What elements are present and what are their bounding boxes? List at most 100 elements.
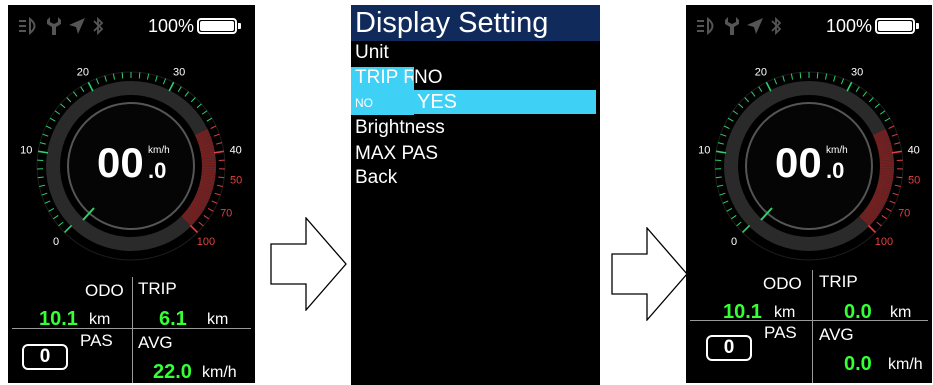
status-icons <box>18 15 104 37</box>
gauge-tick <box>846 81 853 92</box>
gauge-tick <box>885 207 892 212</box>
option-yes[interactable]: YES <box>417 92 457 112</box>
gauge-tick <box>190 97 196 103</box>
gauge-tick <box>66 97 72 103</box>
gauge-tick <box>45 125 52 129</box>
gauge-tick <box>816 72 819 79</box>
gauge-tick <box>765 81 772 92</box>
gauge-tick <box>39 142 46 145</box>
battery-percentage: 100% <box>826 16 873 36</box>
trip-value: 0.0 <box>844 301 872 323</box>
gauge-tick-label: 20 <box>77 67 89 79</box>
headlight-icon <box>19 17 36 35</box>
gauge-tick <box>879 110 886 115</box>
gauge-tick <box>104 75 107 82</box>
battery-percentage: 100% <box>148 16 195 36</box>
gauge-tick <box>717 142 724 145</box>
speed-unit: km/h <box>148 145 170 156</box>
gauge-tick-label: 70 <box>898 208 910 220</box>
gauge-tick <box>874 103 880 109</box>
gauge-tick <box>95 78 100 85</box>
gauge-tick <box>727 117 734 122</box>
red-zone-band <box>879 169 894 173</box>
gauge-tick <box>211 200 218 204</box>
gauge-tick <box>720 133 727 137</box>
gauge-tick <box>773 78 778 85</box>
gauge-tick <box>736 221 742 227</box>
gauge-tick <box>881 215 888 220</box>
gauge-tick <box>44 200 51 204</box>
menu-item-trip-reset[interactable]: TRIP R <box>355 68 413 88</box>
gauge-tick-label: 0 <box>53 236 59 248</box>
trip-unit: km <box>890 304 912 321</box>
gauge-tick <box>732 110 739 115</box>
gauge-tick-label: 70 <box>220 208 232 220</box>
gauge-tick <box>52 215 59 220</box>
red-zone-band <box>201 161 216 164</box>
gauge-tick-label: 30 <box>173 67 185 79</box>
gauge-tick <box>210 125 217 129</box>
gauge-tick <box>722 200 729 204</box>
red-zone-band <box>879 159 894 163</box>
status-bar: 100% <box>686 5 932 45</box>
gauge-tick <box>189 224 199 234</box>
gauge-tick-label: 50 <box>908 174 920 186</box>
wrench-icon <box>725 17 739 35</box>
gauge-tick <box>203 215 210 220</box>
menu-item-brightness[interactable]: Brightness <box>355 118 445 138</box>
gauge-tick <box>891 150 902 154</box>
gauge-tick <box>60 103 66 109</box>
gauge-tick <box>896 176 903 179</box>
display-setting-menu: Display Setting Unit TRIP R NO NO YES Br… <box>351 5 600 385</box>
gauge-tick <box>758 86 763 92</box>
red-zone-band <box>879 161 894 164</box>
gauge-tick <box>48 207 55 212</box>
gauge-tick <box>833 75 836 82</box>
gauge-tick <box>214 192 221 196</box>
trip-label: TRIP <box>138 279 177 298</box>
speedometer-gauge: 0 10 20 30 40 50 70 100 00 .0 km/h <box>686 45 932 275</box>
gauge-tick <box>41 192 48 196</box>
gauge-tick <box>162 78 167 85</box>
gauge-tick-label: 0 <box>731 236 737 248</box>
menu-item-unit[interactable]: Unit <box>355 43 389 63</box>
odo-label: ODO <box>85 281 124 300</box>
speedometer-gauge: 0 10 20 30 40 50 70 100 00 .0 km/h <box>8 45 255 275</box>
pas-level-box: 0 <box>706 335 752 361</box>
gauge-tick-label: 10 <box>20 144 32 156</box>
menu-item-back[interactable]: Back <box>355 168 397 188</box>
gauge-tick <box>42 133 49 137</box>
gauge-tick <box>799 72 802 79</box>
gauge-tick <box>39 184 46 187</box>
gauge-tick <box>730 215 737 220</box>
display-screen-before: 100% 0 10 20 30 40 50 70 100 00 .0 km/h ODO TRI… <box>8 5 255 383</box>
gauge-tick-label: 100 <box>197 236 215 248</box>
odo-unit: km <box>89 311 111 328</box>
navigation-icon <box>747 18 763 34</box>
gauge-tick <box>112 73 116 80</box>
status-bar: 100% <box>8 5 255 45</box>
pas-level-box: 0 <box>22 344 68 370</box>
menu-title: Display Setting <box>351 5 600 41</box>
display-screen-after: 100% 0 10 20 30 40 50 70 100 00 .0 km/h ODO TRI… <box>686 5 932 383</box>
gauge-tick <box>198 221 204 227</box>
divider-vertical <box>812 270 813 383</box>
gauge-tick <box>744 97 750 103</box>
gauge-tick <box>855 86 860 92</box>
odo-value: 10.1 <box>723 301 762 323</box>
battery-icon <box>197 18 241 34</box>
option-no[interactable]: NO <box>414 68 443 88</box>
gauge-tick <box>201 110 208 115</box>
gauge-tick <box>723 125 730 129</box>
gauge-tick <box>888 125 895 129</box>
gauge-tick <box>216 142 223 145</box>
gauge-tick <box>867 224 877 234</box>
avg-label: AVG <box>819 325 854 344</box>
pas-label: PAS <box>80 331 113 350</box>
menu-item-max-pas[interactable]: MAX PAS <box>355 144 438 164</box>
gauge-tick-label: 100 <box>875 236 893 248</box>
gauge-tick <box>58 221 64 227</box>
gauge-tick <box>782 75 785 82</box>
gauge-tick-label: 50 <box>230 174 242 186</box>
gauge-tick <box>894 142 901 145</box>
